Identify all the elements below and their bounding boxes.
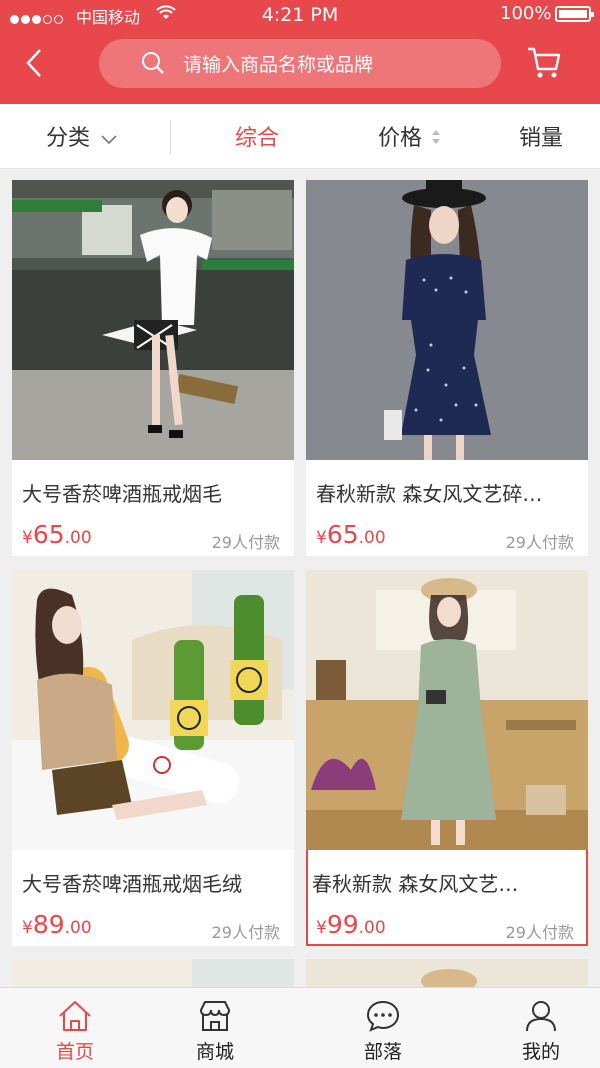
product-title: 大号香菸啤酒瓶戒烟毛	[22, 482, 222, 506]
sold-count: 29人付款	[211, 923, 280, 942]
product-image	[306, 570, 588, 850]
home-icon	[59, 1001, 91, 1031]
tab-label: 部落	[363, 1041, 402, 1063]
tab-mine[interactable]: 我的	[466, 988, 600, 1068]
filter-price[interactable]: 价格	[378, 120, 441, 152]
product-card[interactable]: 大号香菸啤酒瓶戒烟毛绒 ¥89.00 29人付款	[12, 570, 294, 946]
tab-label: 商城	[195, 1041, 234, 1063]
tab-home[interactable]: 首页	[0, 988, 150, 1068]
back-icon[interactable]	[22, 46, 52, 80]
product-price: ¥65.00	[22, 520, 92, 549]
store-icon	[199, 1001, 231, 1031]
product-title: 春秋新款 森女风文艺…	[312, 872, 519, 896]
filter-category[interactable]: 分类	[46, 120, 117, 152]
header: 中国移动 4:21 PM 100% 请输入商品名称或品牌	[0, 0, 600, 104]
product-price: ¥99.00	[316, 910, 386, 939]
product-image	[12, 570, 294, 850]
product-card[interactable]	[306, 959, 588, 987]
product-title: 春秋新款 森女风文艺碎…	[316, 482, 543, 506]
filter-bar: 分类 综合 价格 销量	[0, 104, 600, 169]
product-card[interactable]: 春秋新款 森女风文艺碎… ¥65.00 29人付款	[306, 180, 588, 556]
sold-count: 29人付款	[211, 533, 280, 552]
search-placeholder: 请输入商品名称或品牌	[183, 54, 374, 76]
sold-count: 29人付款	[505, 533, 574, 552]
sort-icon	[432, 130, 441, 144]
chat-bubble-icon	[366, 1000, 400, 1032]
tab-tribe[interactable]: 部落	[308, 988, 458, 1068]
filter-sales[interactable]: 销量	[519, 120, 563, 152]
product-price: ¥65.00	[316, 520, 386, 549]
search-input[interactable]: 请输入商品名称或品牌	[99, 39, 501, 88]
battery-percent: 100%	[500, 3, 552, 24]
tab-label: 首页	[55, 1041, 94, 1063]
user-icon	[526, 1001, 556, 1032]
filter-divider	[170, 120, 171, 154]
product-image	[12, 180, 294, 460]
filter-general[interactable]: 综合	[235, 120, 279, 152]
tab-bar: 首页 商城 部落 我的	[0, 987, 600, 1068]
search-icon	[142, 52, 164, 74]
battery-icon	[555, 6, 594, 22]
product-image	[306, 180, 588, 460]
sold-count: 29人付款	[505, 923, 574, 942]
tab-mall[interactable]: 商城	[140, 988, 290, 1068]
product-title: 大号香菸啤酒瓶戒烟毛绒	[22, 872, 242, 896]
product-price: ¥89.00	[22, 910, 92, 939]
chevron-down-icon	[101, 135, 117, 145]
product-image	[12, 959, 294, 987]
tab-label: 我的	[521, 1041, 560, 1063]
cart-icon[interactable]	[526, 46, 562, 80]
product-image	[306, 959, 588, 987]
status-bar: 中国移动 4:21 PM 100%	[0, 0, 600, 30]
product-card[interactable]: 春秋新款 森女风文艺… ¥99.00 29人付款	[306, 570, 588, 946]
product-card[interactable]	[12, 959, 294, 987]
product-card[interactable]: 大号香菸啤酒瓶戒烟毛 ¥65.00 29人付款	[12, 180, 294, 556]
